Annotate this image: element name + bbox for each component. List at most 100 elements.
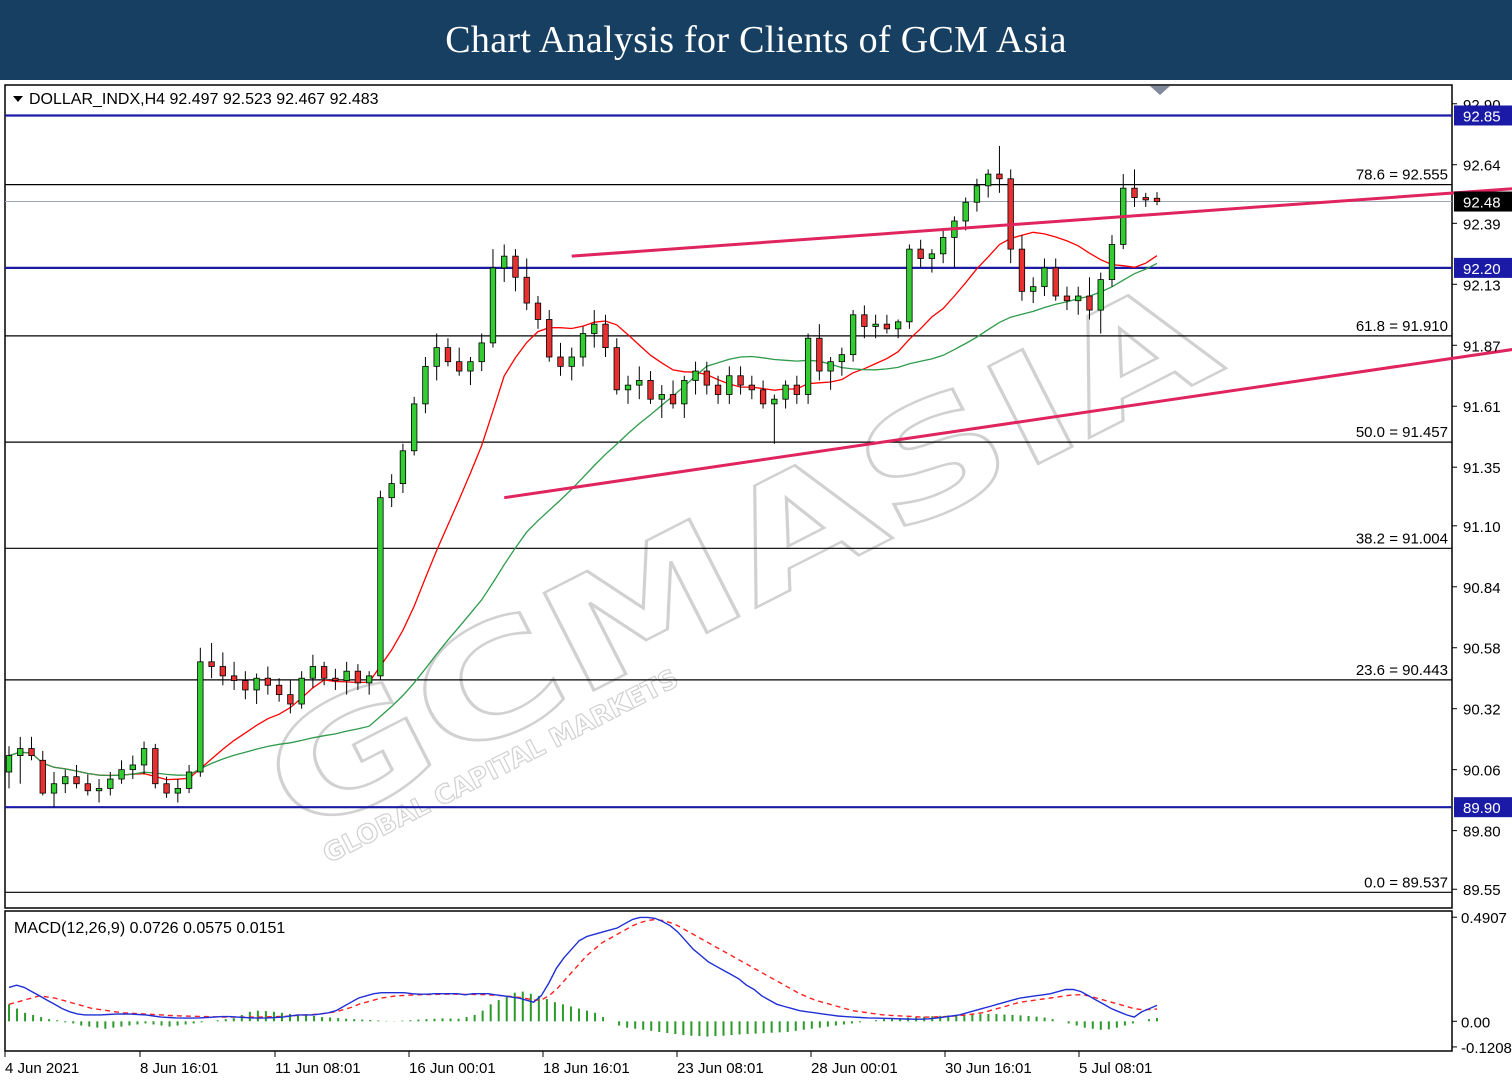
time-axis: 4 Jun 2021 8 Jun 16:01 11 Jun 08:01 16 Jun … [4, 1051, 1152, 1077]
candle-body [230, 675, 238, 681]
macd-tick-label: -0.1208 [1461, 1040, 1512, 1057]
candle [197, 647, 204, 777]
symbol-header: DOLLAR_INDX,H4 92.497 92.523 92.467 92.4… [29, 91, 379, 108]
candle [152, 743, 159, 789]
candle-body [849, 314, 857, 356]
time-tick-label: 4 Jun 2021 [5, 1060, 79, 1077]
candle-body [320, 666, 328, 679]
candle-body [624, 384, 632, 391]
level-price-tag-label: 89.90 [1463, 800, 1501, 817]
price-tick-label: 90.32 [1463, 702, 1501, 719]
candle-body [883, 323, 891, 330]
candle-body [534, 302, 542, 320]
candle [377, 490, 384, 681]
candle [1007, 169, 1014, 264]
candle-body [219, 666, 226, 677]
candle-body [185, 771, 193, 789]
candle-body [242, 680, 249, 691]
price-tick-label: 89.80 [1463, 824, 1501, 841]
candle-body [152, 748, 159, 785]
candle-body [872, 323, 879, 327]
time-tick-label: 28 Jun 00:01 [811, 1060, 898, 1077]
candle-body [478, 342, 485, 363]
candle-body [636, 380, 643, 386]
price-tick-label: 91.61 [1463, 399, 1501, 416]
candle-body [1007, 178, 1014, 250]
candle-body [613, 347, 620, 391]
candle-body [782, 384, 789, 400]
candle-body [1153, 197, 1161, 202]
candle-body [275, 684, 283, 696]
candle-body [62, 776, 69, 785]
candle [804, 333, 812, 404]
candle-body [433, 347, 440, 367]
candle [849, 310, 857, 362]
candle-body [759, 389, 767, 405]
candle-body [557, 356, 564, 367]
candle-body [444, 347, 452, 363]
candle-body [917, 248, 924, 259]
time-tick-label: 8 Jun 16:01 [140, 1060, 218, 1077]
candle-body [28, 748, 35, 756]
candle-body [838, 354, 846, 363]
candle-body [985, 173, 992, 187]
candle-body [692, 370, 699, 381]
candle-body [1097, 279, 1104, 311]
candle-body [501, 255, 508, 269]
candle-body [163, 783, 170, 794]
candle-body [906, 248, 913, 323]
candle-body [17, 748, 24, 756]
candle-body [816, 337, 823, 372]
candle-body [940, 237, 947, 255]
candle-body [39, 759, 46, 794]
candle-body [309, 666, 317, 679]
candle-body [568, 356, 575, 367]
candle-body [377, 497, 384, 677]
candle-body [523, 276, 530, 304]
candle-body [973, 185, 981, 203]
candle-body [681, 380, 688, 405]
candle-body [714, 384, 722, 395]
candle-body [1041, 267, 1048, 288]
candle-body [703, 370, 710, 386]
price-tick-label: 91.10 [1463, 519, 1501, 536]
candle-body [129, 764, 136, 771]
price-tick-label: 91.87 [1463, 338, 1501, 355]
fib-level-label: 50.0 = 91.457 [1356, 424, 1448, 441]
candle-body [95, 788, 103, 792]
candle-body [804, 337, 812, 395]
candle-body [298, 677, 305, 705]
candle-body [208, 661, 215, 667]
time-tick-label: 5 Jul 08:01 [1079, 1060, 1152, 1077]
candle-body [411, 403, 418, 452]
candle-body [546, 319, 553, 358]
candle-body [1142, 197, 1149, 201]
candle-body [84, 783, 91, 792]
macd-tick-label: 0.4907 [1461, 910, 1507, 927]
candle-body [512, 255, 519, 278]
candle-body [253, 677, 260, 691]
time-tick-label: 23 Jun 08:01 [677, 1060, 764, 1077]
candle-body [647, 380, 654, 400]
candle-body [996, 173, 1003, 180]
fib-level-label: 78.6 = 92.555 [1356, 167, 1448, 184]
candle-body [197, 661, 204, 773]
candle-body [658, 394, 665, 400]
candle-body [962, 201, 969, 222]
level-price-tag-label: 92.20 [1463, 261, 1501, 278]
price-tick-label: 90.06 [1463, 763, 1501, 780]
candle [906, 244, 913, 329]
fib-level-label: 38.2 = 91.004 [1356, 530, 1448, 547]
candle-body [1052, 267, 1059, 297]
chart-area[interactable]: GCMASIA GLOBAL CAPITAL MARKETS 78.6 = 92… [0, 80, 1512, 1080]
candle-body [343, 670, 350, 681]
time-tick-label: 18 Jun 16:01 [543, 1060, 630, 1077]
candle-body [287, 694, 294, 705]
candle-body [456, 361, 463, 372]
candle-body [107, 778, 114, 789]
price-axis: 92.9092.6492.3992.1391.8791.6191.3591.10… [1452, 97, 1512, 899]
candle-body [861, 314, 868, 327]
candle-body [174, 788, 181, 794]
candle [411, 396, 418, 456]
candle-body [399, 450, 407, 485]
